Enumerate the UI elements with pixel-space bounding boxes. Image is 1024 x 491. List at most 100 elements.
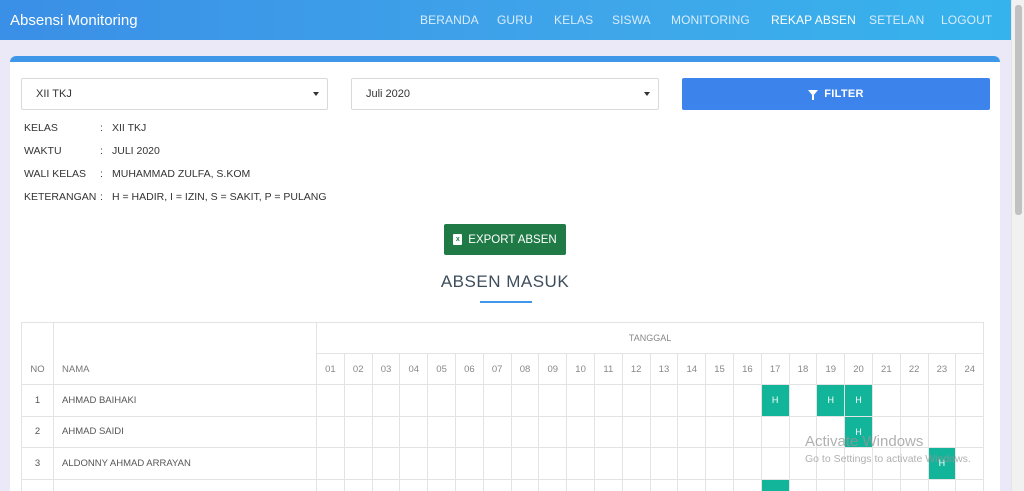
top-navbar: Absensi Monitoring BERANDA GURU KELAS SI… <box>0 0 1011 40</box>
attendance-cell <box>760 415 790 448</box>
header-nama: NAMA <box>53 322 317 385</box>
attendance-cell <box>816 478 846 491</box>
filter-button[interactable]: FILTER <box>682 78 990 110</box>
attendance-cell <box>566 384 595 417</box>
attendance-cell <box>482 415 512 448</box>
row-nama: AHMAD BAIHAKI <box>53 384 317 417</box>
activate-windows-watermark: Activate Windows Go to Settings to activ… <box>805 433 971 465</box>
rekap-card: XII TKJ Juli 2020 FILTER KELAS : XII TKJ… <box>10 56 1000 491</box>
export-absen-button[interactable]: x EXPORT ABSEN <box>444 224 566 255</box>
attendance-cell <box>316 447 345 480</box>
scrollbar-thumb[interactable] <box>1015 5 1022 215</box>
day-header: 04 <box>399 353 429 385</box>
attendance-cell <box>705 447 734 480</box>
attendance-cell <box>343 415 373 448</box>
attendance-cell <box>510 478 540 491</box>
page-scrollbar[interactable] <box>1011 0 1024 491</box>
nav-siswa[interactable]: SISWA <box>612 13 651 27</box>
attendance-cell <box>316 384 345 417</box>
row-no: 3 <box>21 447 54 480</box>
attendance-cell <box>844 478 873 491</box>
filter-button-label: FILTER <box>824 88 864 100</box>
nav-guru[interactable]: GURU <box>497 13 533 27</box>
attendance-cell <box>427 447 456 480</box>
attendance-cell <box>732 447 762 480</box>
attendance-cell <box>621 478 651 491</box>
attendance-cell <box>454 415 484 448</box>
caret-down-icon <box>313 92 319 96</box>
attendance-cell <box>343 447 373 480</box>
attendance-cell <box>510 384 540 417</box>
nav-beranda[interactable]: BERANDA <box>420 13 479 27</box>
day-header: 16 <box>732 353 762 385</box>
attendance-cell <box>593 415 623 448</box>
nav-setelan[interactable]: SETELAN <box>869 13 924 27</box>
info-wali-kelas: WALI KELAS : MUHAMMAD ZULFA, S.KOM <box>24 168 250 180</box>
info-waktu: WAKTU : JULI 2020 <box>24 145 160 157</box>
table-row: 1 AHMAD BAIHAKI H H H <box>21 384 985 417</box>
bulan-select-value: Juli 2020 <box>366 88 411 100</box>
attendance-cell <box>732 384 762 417</box>
header-no: NO <box>21 322 54 385</box>
kelas-select-value: XII TKJ <box>36 88 72 100</box>
attendance-cell <box>677 415 707 448</box>
attendance-cell <box>371 447 401 480</box>
info-separator: : <box>100 191 103 203</box>
card-accent-bar <box>10 56 1000 62</box>
attendance-cell <box>399 447 429 480</box>
nav-logout[interactable]: LOGOUT <box>941 13 992 27</box>
nav-rekap-absen[interactable]: REKAP ABSEN <box>771 13 856 27</box>
attendance-mark <box>760 478 790 491</box>
attendance-cell <box>454 447 484 480</box>
attendance-cell <box>621 415 651 448</box>
day-header: 22 <box>899 353 929 385</box>
attendance-cell <box>538 415 568 448</box>
day-header: 06 <box>454 353 484 385</box>
day-header: 11 <box>593 353 623 385</box>
day-header: 10 <box>566 353 595 385</box>
attendance-cell <box>510 415 540 448</box>
row-no: 1 <box>21 384 54 417</box>
day-header: 15 <box>705 353 734 385</box>
day-header: 14 <box>677 353 707 385</box>
attendance-cell <box>593 384 623 417</box>
kelas-select[interactable]: XII TKJ <box>21 78 328 110</box>
attendance-cell <box>760 447 790 480</box>
attendance-cell <box>593 447 623 480</box>
attendance-cell <box>343 478 373 491</box>
bulan-select[interactable]: Juli 2020 <box>351 78 659 110</box>
attendance-cell <box>621 447 651 480</box>
attendance-cell <box>705 478 734 491</box>
attendance-cell <box>399 478 429 491</box>
day-header: 08 <box>510 353 540 385</box>
attendance-cell <box>371 415 401 448</box>
table-row <box>21 478 985 491</box>
nav-monitoring[interactable]: MONITORING <box>671 13 750 27</box>
attendance-cell <box>788 384 818 417</box>
nav-menu: BERANDA GURU KELAS SISWA MONITORING REKA… <box>0 0 1011 40</box>
watermark-title: Activate Windows <box>805 433 924 450</box>
attendance-cell <box>538 384 568 417</box>
row-no: 2 <box>21 415 54 448</box>
attendance-cell <box>899 478 929 491</box>
attendance-cell <box>649 415 679 448</box>
attendance-cell <box>427 415 456 448</box>
info-value: H = HADIR, I = IZIN, S = SAKIT, P = PULA… <box>112 191 327 203</box>
attendance-cell <box>427 384 456 417</box>
day-header: 09 <box>538 353 568 385</box>
row-nama: ALDONNY AHMAD ARRAYAN <box>53 447 317 480</box>
attendance-cell <box>316 478 345 491</box>
nav-kelas[interactable]: KELAS <box>554 13 593 27</box>
info-separator: : <box>100 122 103 134</box>
attendance-cell <box>899 384 929 417</box>
excel-icon: x <box>453 234 463 245</box>
attendance-cell <box>454 478 484 491</box>
caret-down-icon <box>644 92 650 96</box>
attendance-cell <box>705 415 734 448</box>
day-header: 21 <box>871 353 901 385</box>
day-header: 05 <box>427 353 456 385</box>
attendance-cell <box>566 478 595 491</box>
attendance-mark: H <box>816 384 846 417</box>
info-value: JULI 2020 <box>112 145 160 157</box>
attendance-cell <box>482 478 512 491</box>
